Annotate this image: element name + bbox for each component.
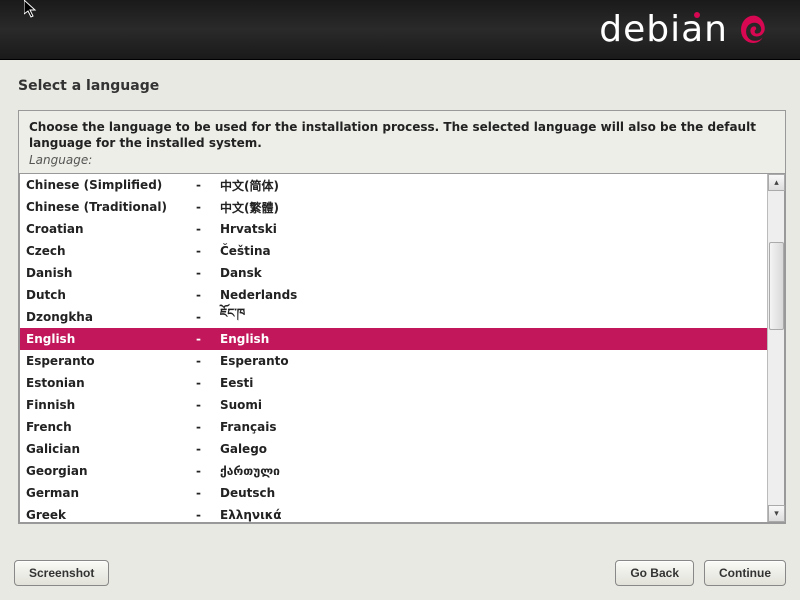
language-list[interactable]: Chinese (Simplified)-中文(简体)Chinese (Trad… [20, 174, 767, 522]
language-row[interactable]: Dutch-Nederlands [20, 284, 767, 306]
language-name: Danish [26, 266, 196, 280]
language-row[interactable]: French-Français [20, 416, 767, 438]
language-row[interactable]: Estonian-Eesti [20, 372, 767, 394]
language-row[interactable]: Galician-Galego [20, 438, 767, 460]
go-back-button[interactable]: Go Back [615, 560, 694, 586]
language-row[interactable]: Esperanto-Esperanto [20, 350, 767, 372]
separator: - [196, 244, 220, 258]
instruction-text: Choose the language to be used for the i… [29, 119, 775, 151]
separator: - [196, 508, 220, 522]
separator: - [196, 288, 220, 302]
separator: - [196, 420, 220, 434]
header-bar: debian [0, 0, 800, 60]
language-list-wrapper: Chinese (Simplified)-中文(简体)Chinese (Trad… [19, 173, 785, 523]
language-name: Estonian [26, 376, 196, 390]
language-row[interactable]: German-Deutsch [20, 482, 767, 504]
language-row[interactable]: Dzongkha-ཇོང་ཁ [20, 306, 767, 328]
language-native: Français [220, 420, 276, 434]
content-area: Select a language Choose the language to… [0, 60, 800, 524]
language-row[interactable]: Czech-Čeština [20, 240, 767, 262]
language-row[interactable]: Greek-Ελληνικά [20, 504, 767, 522]
separator: - [196, 222, 220, 236]
main-box: Choose the language to be used for the i… [18, 110, 786, 524]
scroll-down-button[interactable]: ▾ [768, 505, 785, 522]
language-name: French [26, 420, 196, 434]
language-name: Galician [26, 442, 196, 456]
language-native: Čeština [220, 244, 271, 258]
debian-swirl-icon [736, 12, 772, 48]
language-row[interactable]: Danish-Dansk [20, 262, 767, 284]
language-native: English [220, 332, 269, 346]
language-row[interactable]: English-English [20, 328, 767, 350]
page-title: Select a language [18, 78, 786, 94]
scroll-up-button[interactable]: ▴ [768, 174, 785, 191]
scrollbar[interactable]: ▴ ▾ [767, 174, 784, 522]
language-native: Deutsch [220, 486, 275, 500]
language-name: Georgian [26, 464, 196, 478]
language-native: 中文(简体) [220, 177, 279, 194]
footer-bar: Screenshot Go Back Continue [14, 560, 786, 586]
language-native: ཇོང་ཁ [220, 300, 245, 334]
language-row[interactable]: Finnish-Suomi [20, 394, 767, 416]
screenshot-button[interactable]: Screenshot [14, 560, 109, 586]
language-row[interactable]: Georgian-ქართული [20, 460, 767, 482]
language-native: Ελληνικά [220, 508, 282, 522]
continue-button[interactable]: Continue [704, 560, 786, 586]
separator: - [196, 398, 220, 412]
debian-logo-text: debian [599, 9, 728, 50]
language-name: Finnish [26, 398, 196, 412]
language-native: ქართული [220, 464, 280, 478]
language-name: Chinese (Traditional) [26, 200, 196, 214]
separator: - [196, 486, 220, 500]
language-row[interactable]: Croatian-Hrvatski [20, 218, 767, 240]
language-name: English [26, 332, 196, 346]
language-name: German [26, 486, 196, 500]
language-native: Esperanto [220, 354, 289, 368]
language-name: Chinese (Simplified) [26, 178, 196, 192]
separator: - [196, 332, 220, 346]
language-native: Galego [220, 442, 267, 456]
separator: - [196, 354, 220, 368]
separator: - [196, 442, 220, 456]
language-label: Language: [29, 153, 775, 167]
language-native: Suomi [220, 398, 262, 412]
separator: - [196, 464, 220, 478]
language-name: Croatian [26, 222, 196, 236]
language-name: Dutch [26, 288, 196, 302]
nav-button-group: Go Back Continue [615, 560, 786, 586]
language-native: Eesti [220, 376, 253, 390]
separator: - [196, 178, 220, 192]
language-row[interactable]: Chinese (Simplified)-中文(简体) [20, 174, 767, 196]
separator: - [196, 376, 220, 390]
language-native: 中文(繁體) [220, 199, 279, 216]
language-native: Dansk [220, 266, 262, 280]
separator: - [196, 266, 220, 280]
language-name: Czech [26, 244, 196, 258]
language-native: Hrvatski [220, 222, 277, 236]
language-name: Greek [26, 508, 196, 522]
separator: - [196, 310, 220, 324]
language-name: Dzongkha [26, 310, 196, 324]
language-row[interactable]: Chinese (Traditional)-中文(繁體) [20, 196, 767, 218]
language-name: Esperanto [26, 354, 196, 368]
scroll-thumb[interactable] [769, 242, 784, 330]
separator: - [196, 200, 220, 214]
